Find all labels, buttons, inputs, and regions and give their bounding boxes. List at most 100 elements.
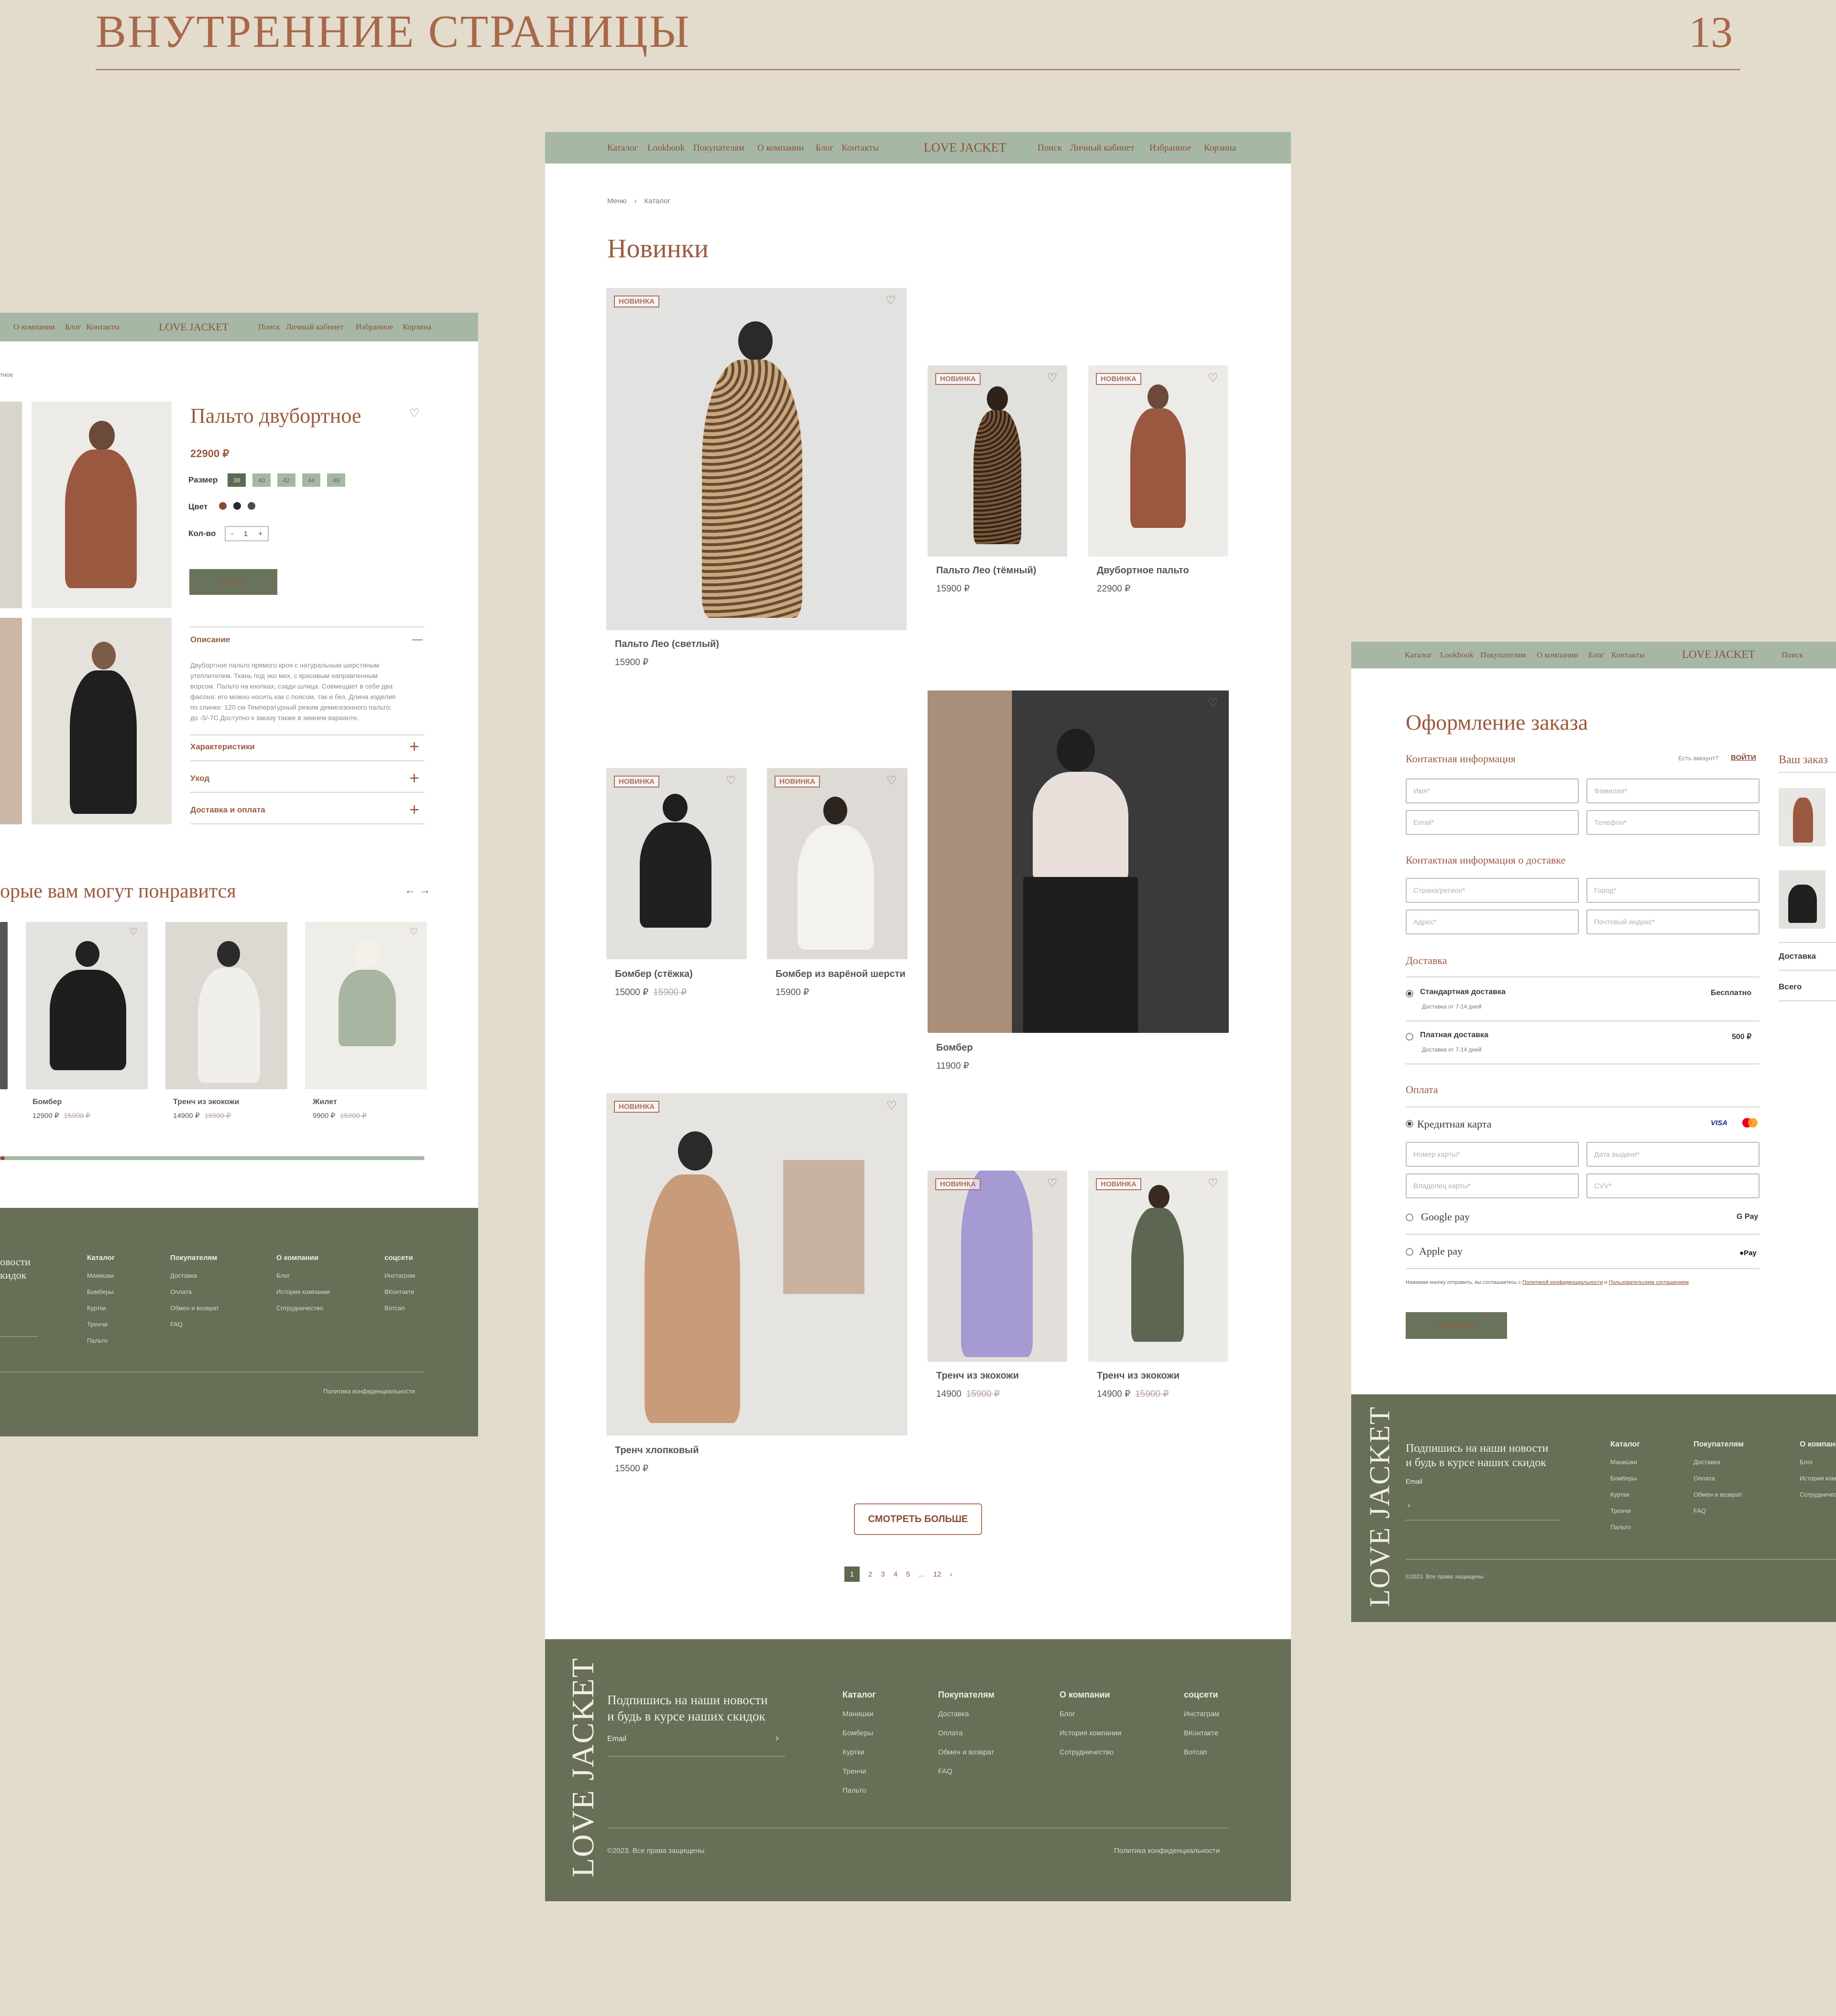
footer-link[interactable]: Бомберы — [842, 1729, 873, 1737]
footer-link[interactable]: Куртки — [1610, 1491, 1629, 1498]
favorite-heart-icon[interactable]: ♡ — [1047, 1176, 1058, 1190]
footer-privacy[interactable]: Политика конфиденциальности — [323, 1388, 415, 1395]
card-date-input[interactable]: Дата выдачи* — [1586, 1142, 1760, 1167]
card-radio[interactable] — [1406, 1120, 1413, 1128]
product-name[interactable]: Бомбер — [936, 1042, 973, 1053]
size-option-40[interactable]: 40 — [252, 473, 271, 487]
chevron-right-icon[interactable]: › — [950, 1570, 952, 1578]
email-field[interactable]: Email — [607, 1735, 626, 1743]
footer-link[interactable]: Куртки — [842, 1748, 864, 1756]
page-12[interactable]: 12 — [933, 1570, 941, 1578]
footer-link[interactable]: Блог — [276, 1272, 290, 1279]
footer-link[interactable]: Оплата — [938, 1729, 963, 1737]
expand-icon[interactable]: + — [409, 800, 419, 820]
color-swatch-brown[interactable] — [219, 502, 227, 510]
nav-link-about[interactable]: О компании — [757, 143, 804, 153]
footer-link[interactable]: История компании — [1060, 1729, 1121, 1737]
favorite-heart-icon[interactable]: ♡ — [1047, 371, 1058, 385]
email-field[interactable]: Email — [1406, 1478, 1422, 1485]
agreement-link[interactable]: Пользовательским соглашением — [1609, 1280, 1689, 1285]
card-label[interactable]: Кредитная карта — [1417, 1118, 1491, 1130]
nav-link-cart[interactable]: Корзина — [1204, 143, 1236, 153]
footer-privacy[interactable]: Политика конфиденциальности — [1114, 1847, 1220, 1855]
product-name[interactable]: Бомбер (стёжка) — [615, 969, 693, 980]
related-image-1[interactable] — [26, 922, 148, 1089]
footer-logo[interactable]: LOVE JACKET — [1364, 1406, 1397, 1607]
footer-link[interactable]: Инстаграм — [384, 1272, 415, 1279]
footer-link[interactable]: Доставка — [170, 1272, 197, 1279]
chevron-right-icon[interactable]: › — [1408, 1501, 1410, 1510]
nav-link-search[interactable]: Поиск — [1038, 143, 1062, 153]
product-image-bomber-quilted[interactable] — [606, 768, 747, 959]
related-arrows[interactable]: ← → — [404, 884, 431, 897]
footer-link[interactable]: ВКонтакте — [1184, 1729, 1218, 1737]
footer-link[interactable]: FAQ — [170, 1321, 183, 1328]
product-image-leo-light[interactable] — [606, 288, 907, 630]
product-name[interactable]: Пальто Лео (тёмный) — [936, 565, 1036, 576]
nav-link-account[interactable]: Личный кабинет — [286, 322, 343, 332]
size-option-38[interactable]: 38 — [228, 473, 246, 487]
product-name[interactable]: Бомбер из варёной шерсти — [776, 969, 906, 980]
paid-delivery-label[interactable]: Платная доставка — [1420, 1031, 1488, 1040]
color-swatch-black[interactable] — [233, 502, 241, 510]
footer-link[interactable]: Оплата — [170, 1288, 192, 1295]
breadcrumb-home[interactable]: Меню — [607, 197, 627, 205]
accordion-care[interactable]: Уход — [190, 774, 209, 783]
product-name[interactable]: Двубортное пальто — [1097, 565, 1189, 576]
city-input[interactable]: Город* — [1586, 878, 1760, 903]
related-scrollbar[interactable] — [0, 1156, 425, 1160]
apple-pay-radio[interactable] — [1406, 1248, 1413, 1256]
footer-link[interactable]: Доставка — [938, 1710, 969, 1718]
footer-link[interactable]: Тренчи — [1610, 1507, 1631, 1514]
postal-code-input[interactable]: Почтовый индекс* — [1586, 909, 1760, 934]
card-cvv-input[interactable]: CVV* — [1586, 1173, 1760, 1198]
page-4[interactable]: 4 — [894, 1570, 897, 1578]
page-3[interactable]: 3 — [881, 1570, 885, 1578]
page-5[interactable]: 5 — [906, 1570, 910, 1578]
nav-link-search[interactable]: Поиск — [1781, 650, 1803, 660]
gallery-image-2[interactable] — [32, 402, 172, 608]
related-name[interactable]: Жилет — [313, 1098, 337, 1107]
card-number-input[interactable]: Номер карты* — [1406, 1142, 1579, 1167]
favorite-heart-icon[interactable]: ♡ — [129, 926, 138, 938]
footer-link[interactable]: Вотсап — [1184, 1748, 1207, 1756]
apple-pay-label[interactable]: Apple pay — [1419, 1245, 1463, 1258]
qty-minus-button[interactable]: - — [231, 530, 233, 538]
related-image-3[interactable] — [305, 922, 427, 1089]
nav-link-about[interactable]: О компании — [1537, 650, 1578, 660]
standard-delivery-label[interactable]: Стандартная доставка — [1420, 988, 1506, 997]
footer-link[interactable]: Обмен и возврат — [1694, 1491, 1742, 1498]
nav-link-about[interactable]: О компании — [13, 322, 55, 332]
paid-delivery-radio[interactable] — [1406, 1033, 1413, 1041]
login-link[interactable]: ВОЙТИ — [1731, 754, 1756, 762]
nav-link-search[interactable]: Поиск — [258, 322, 280, 332]
footer-link[interactable]: Сотрудничество — [1800, 1491, 1836, 1498]
accordion-characteristics[interactable]: Характеристики — [190, 742, 255, 752]
quantity-stepper[interactable]: - 1 + — [225, 526, 269, 541]
nav-link-catalog[interactable]: Каталог — [607, 143, 638, 153]
footer-link[interactable]: FAQ — [1694, 1507, 1706, 1514]
favorite-heart-icon[interactable]: ♡ — [1208, 371, 1218, 385]
privacy-link[interactable]: Политикой конфиденциальности — [1522, 1280, 1603, 1285]
favorite-heart-icon[interactable]: ♡ — [726, 774, 736, 788]
footer-link[interactable]: История компании — [1800, 1475, 1836, 1482]
footer-logo[interactable]: LOVE JACKET — [565, 1657, 601, 1877]
footer-link[interactable]: Сотрудничество — [1060, 1748, 1114, 1756]
footer-link[interactable]: Пальто — [842, 1786, 866, 1795]
nav-link-contacts[interactable]: Контакты — [86, 322, 120, 332]
nav-link-catalog[interactable]: Каталог — [1405, 650, 1432, 660]
nav-link-cart[interactable]: Корзина — [403, 322, 431, 332]
footer-link[interactable]: Вотсап — [384, 1304, 404, 1312]
product-name[interactable]: Пальто Лео (светлый) — [615, 639, 719, 650]
footer-link[interactable]: Пальто — [1610, 1523, 1631, 1531]
footer-link[interactable]: FAQ — [938, 1767, 952, 1775]
favorite-heart-icon[interactable]: ♡ — [409, 406, 420, 420]
nav-link-contacts[interactable]: Контакты — [842, 143, 879, 153]
card-holder-input[interactable]: Владелец карты* — [1406, 1173, 1579, 1198]
first-name-input[interactable]: Имя* — [1406, 778, 1579, 803]
favorite-heart-icon[interactable]: ♡ — [886, 774, 897, 788]
favorite-heart-icon[interactable]: ♡ — [886, 1099, 897, 1113]
related-image-2[interactable] — [165, 922, 287, 1089]
product-name[interactable]: Тренч из экокожи — [1097, 1370, 1180, 1381]
product-image-trench-olive[interactable] — [1088, 1171, 1228, 1362]
